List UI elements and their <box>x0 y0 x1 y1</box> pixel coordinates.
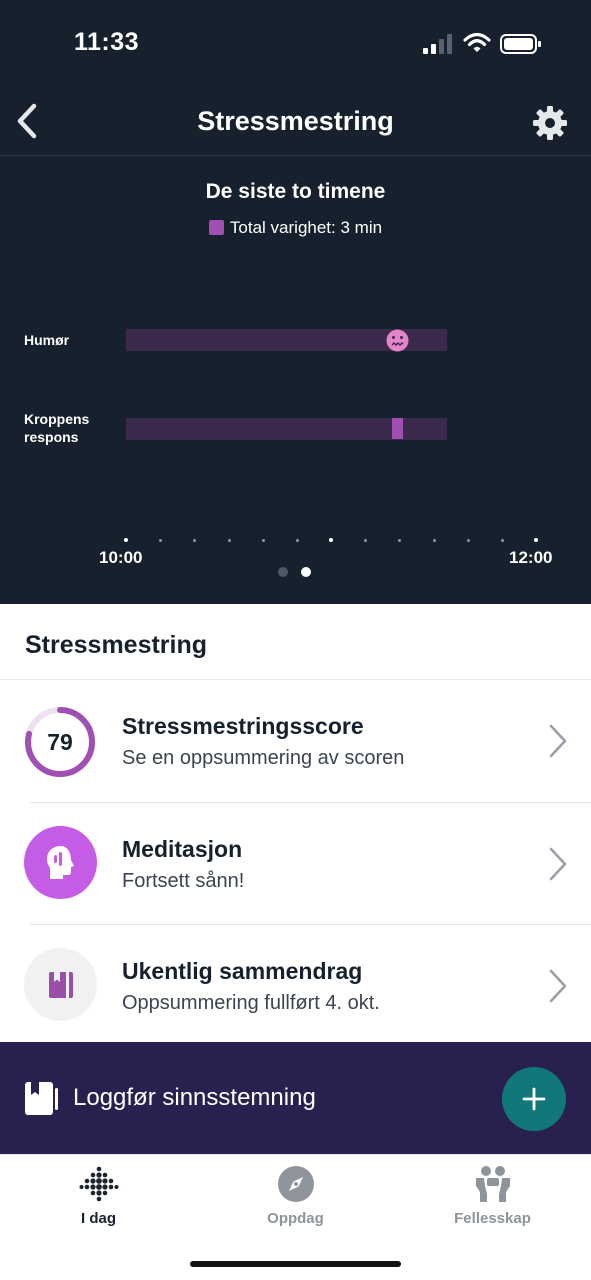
item-subtitle: Se en oppsummering av scoren <box>122 747 405 769</box>
legend-swatch <box>208 220 224 235</box>
compass-icon <box>278 1166 314 1202</box>
tab-today[interactable]: I dag <box>0 1155 197 1245</box>
status-time: 11:33 <box>74 28 140 56</box>
legend-label: Total varighet: 3 min <box>229 218 383 237</box>
signal-icon <box>423 34 452 54</box>
x-tick-label: 10:00 <box>99 548 143 567</box>
home-indicator[interactable] <box>190 1261 401 1267</box>
log-mood-bar[interactable]: Loggfør sinnsstemning <box>0 1042 591 1154</box>
chevron-right-icon <box>549 724 567 758</box>
log-mood-label: Loggfør sinnsstemning <box>73 1084 316 1111</box>
x-tick <box>433 539 436 542</box>
chart-panel: 11:33 Stressmestring De siste to timene … <box>0 0 591 604</box>
item-title: Meditasjon <box>122 836 243 862</box>
tab-community[interactable]: Fellesskap <box>394 1155 591 1245</box>
x-tick <box>228 539 231 542</box>
item-title: Stressmestringsscore <box>122 713 364 739</box>
item-subtitle: Fortsett sånn! <box>122 870 245 892</box>
x-tick <box>193 539 196 542</box>
x-tick <box>159 539 162 542</box>
notebook-icon <box>49 972 73 998</box>
x-tick <box>329 538 333 542</box>
x-tick <box>501 539 504 542</box>
x-tick <box>467 539 470 542</box>
x-tick <box>262 539 265 542</box>
mood-row-label: Humør <box>24 332 70 348</box>
wifi-icon <box>463 32 491 52</box>
add-button[interactable] <box>502 1067 566 1131</box>
stressed-face-icon <box>386 329 409 352</box>
settings-gear-icon[interactable] <box>531 104 569 142</box>
chart-title: De siste to timene <box>205 180 386 203</box>
tab-label: I dag <box>80 1210 116 1227</box>
score-value: 79 <box>47 729 73 755</box>
x-tick <box>398 539 401 542</box>
list-item-stress-score[interactable]: 79 Stressmestringsscore Se en oppsummeri… <box>0 680 591 802</box>
tab-label: Oppdag <box>267 1210 324 1227</box>
meditation-head-icon <box>47 846 74 879</box>
body-response-row-label: Kroppens respons <box>24 411 90 445</box>
chevron-right-icon <box>549 847 567 881</box>
body-response-event-bar <box>392 418 403 439</box>
plus-icon <box>522 1087 546 1111</box>
x-tick <box>534 538 538 542</box>
page-dot-1[interactable] <box>278 567 288 577</box>
list-item-weekly-summary[interactable]: Ukentlig sammendrag Oppsummering fullfør… <box>0 925 591 1047</box>
nav-bar: Stressmestring <box>0 90 591 156</box>
x-tick <box>124 538 128 542</box>
battery-icon <box>500 34 541 54</box>
fitbit-dots-icon <box>79 1166 119 1202</box>
x-tick <box>364 539 367 542</box>
chart-legend: Total varighet: 3 min <box>0 218 591 238</box>
item-title: Ukentlig sammendrag <box>122 958 363 984</box>
chevron-right-icon <box>549 969 567 1003</box>
journal-icon <box>25 1082 58 1115</box>
section-title: Stressmestring <box>25 631 208 659</box>
tab-label: Fellesskap <box>454 1210 531 1227</box>
page-dot-2-active[interactable] <box>301 567 311 577</box>
x-tick-label: 12:00 <box>509 548 553 567</box>
item-subtitle: Oppsummering fullført 4. okt. <box>122 992 380 1014</box>
x-tick <box>296 539 299 542</box>
page-title: Stressmestring <box>197 106 394 136</box>
tab-discover[interactable]: Oppdag <box>197 1155 394 1245</box>
community-icon <box>476 1166 510 1202</box>
list-item-meditation[interactable]: Meditasjon Fortsett sånn! <box>0 803 591 925</box>
